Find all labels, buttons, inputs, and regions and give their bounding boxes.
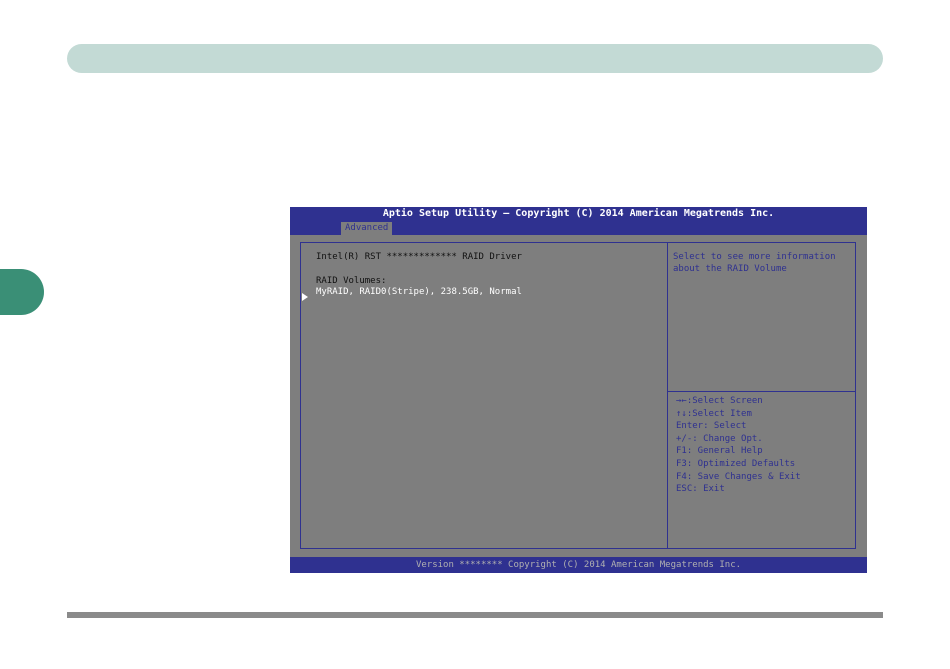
- key-enter: Enter: Select: [676, 421, 747, 432]
- bios-tab-bar: Advanced: [290, 222, 867, 235]
- help-text: Select to see more information about the…: [673, 252, 836, 274]
- key-select-screen: →←:Select Screen: [676, 396, 763, 406]
- key-legend: →←:Select Screen ↑↓:Select Item Enter: S…: [676, 395, 801, 496]
- submenu-arrow-icon: [302, 293, 308, 301]
- raid-volumes-label: RAID Volumes:: [316, 276, 387, 286]
- key-save-exit: F4: Save Changes & Exit: [676, 471, 801, 482]
- bios-main-frame: Intel(R) RST ************* RAID Driver R…: [300, 242, 856, 549]
- key-general-help: F1: General Help: [676, 446, 763, 457]
- key-select-item: ↑↓:Select Item: [676, 408, 752, 419]
- key-change-opt: +/-: Change Opt.: [676, 433, 763, 444]
- chapter-side-tab: [0, 269, 44, 315]
- bios-title: Aptio Setup Utility – Copyright (C) 2014…: [290, 207, 867, 222]
- panel-divider-vertical: [667, 243, 668, 548]
- page-footer-rule: [67, 612, 883, 618]
- key-optimized-defaults: F3: Optimized Defaults: [676, 458, 796, 469]
- panel-divider-horizontal: [668, 391, 855, 392]
- raid-volume-item[interactable]: MyRAID, RAID0(Stripe), 238.5GB, Normal: [316, 287, 522, 298]
- bios-screenshot: Aptio Setup Utility – Copyright (C) 2014…: [290, 207, 867, 573]
- key-esc-exit: ESC: Exit: [676, 484, 725, 495]
- bios-footer: Version ******** Copyright (C) 2014 Amer…: [290, 557, 867, 573]
- raid-driver-label: Intel(R) RST ************* RAID Driver: [316, 252, 522, 262]
- tab-advanced[interactable]: Advanced: [341, 222, 393, 235]
- page-header-band: [67, 44, 883, 73]
